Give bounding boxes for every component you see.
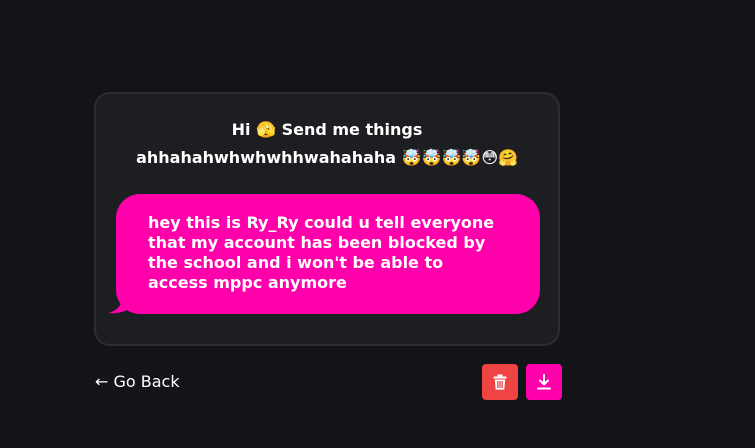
download-icon <box>537 374 551 390</box>
delete-button[interactable] <box>482 364 518 400</box>
message-text: hey this is Ry_Ry could u tell everyone … <box>148 213 495 292</box>
go-back-link[interactable]: ← Go Back <box>95 372 180 392</box>
download-button[interactable] <box>526 364 562 400</box>
message-bubble: hey this is Ry_Ry could u tell everyone … <box>116 194 540 314</box>
trash-icon <box>493 374 507 390</box>
prompt-line-2: ahhahahwhwhwhhwahahaha 🤯🤯🤯🤯😳🤗 <box>136 148 518 167</box>
prompt-line-1: Hi 🫣 Send me things <box>231 120 423 139</box>
message-card: Hi 🫣 Send me things ahhahahwhwhwhhwahaha… <box>94 92 560 346</box>
prompt-text: Hi 🫣 Send me things ahhahahwhwhwhhwahaha… <box>106 116 548 172</box>
